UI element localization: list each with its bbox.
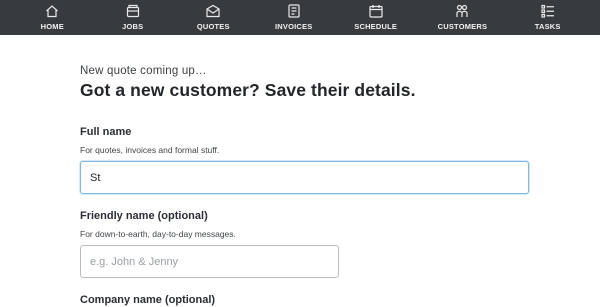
page-title: Got a new customer? Save their details. (80, 80, 416, 100)
nav-label-home: HOME (40, 22, 64, 31)
quotes-icon (205, 3, 221, 19)
nav-item-customers[interactable]: CUSTOMERS (438, 0, 488, 35)
nav-label-tasks: TASKS (534, 22, 561, 31)
jobs-icon (125, 3, 141, 19)
full-name-input[interactable] (80, 161, 529, 194)
nav-item-jobs[interactable]: JOBS (113, 0, 153, 35)
nav-label-quotes: QUOTES (196, 22, 230, 31)
customers-icon (454, 3, 470, 19)
form-kicker: New quote coming up… (80, 65, 207, 77)
nav-item-quotes[interactable]: QUOTES (193, 0, 233, 35)
calendar-icon (368, 3, 384, 19)
nav-item-home[interactable]: HOME (32, 0, 72, 35)
friendly-name-input[interactable] (80, 245, 339, 278)
nav-label-invoices: INVOICES (275, 22, 313, 31)
full-name-hint: For quotes, invoices and formal stuff. (80, 145, 220, 155)
home-icon (44, 3, 60, 19)
nav-label-customers: CUSTOMERS (437, 22, 488, 31)
friendly-name-label: Friendly name (optional) (80, 210, 208, 222)
nav-item-schedule[interactable]: SCHEDULE (354, 0, 397, 35)
friendly-name-hint: For down-to-earth, day-to-day messages. (80, 229, 236, 239)
company-name-label: Company name (optional) (80, 294, 216, 306)
nav-item-tasks[interactable]: TASKS (528, 0, 568, 35)
invoices-icon (286, 3, 302, 19)
top-navigation: HOME JOBS QUOTES INVOICES SCHEDULE CUSTO… (0, 0, 600, 35)
nav-label-jobs: JOBS (122, 22, 144, 31)
nav-label-schedule: SCHEDULE (354, 22, 398, 31)
tasks-icon (540, 3, 556, 19)
nav-item-invoices[interactable]: INVOICES (274, 0, 314, 35)
full-name-label: Full name (80, 126, 132, 138)
